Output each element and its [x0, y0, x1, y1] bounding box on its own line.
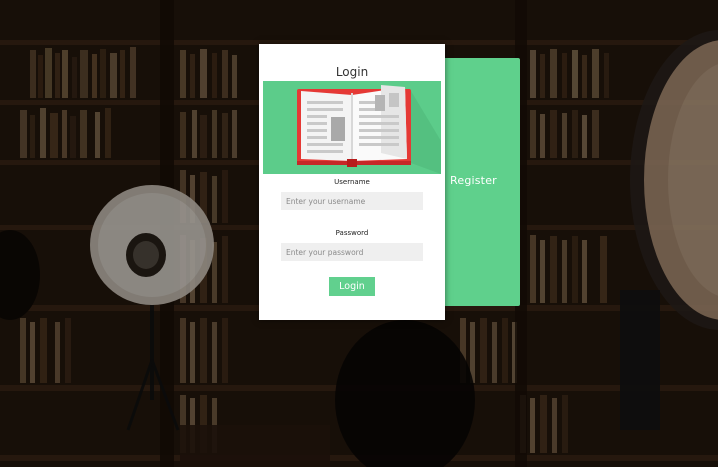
login-button[interactable]: Login [329, 277, 375, 296]
register-tab[interactable]: Register [436, 58, 520, 306]
username-label: Username [334, 178, 370, 186]
login-card: Login Username Enter your username Passw… [259, 44, 445, 320]
login-title: Login [335, 65, 369, 79]
password-input[interactable] [281, 243, 423, 261]
username-input[interactable] [281, 192, 423, 210]
register-label: Register [450, 174, 497, 187]
password-label: Password [335, 229, 369, 237]
open-book-icon [263, 81, 441, 174]
hero-banner [263, 81, 441, 174]
